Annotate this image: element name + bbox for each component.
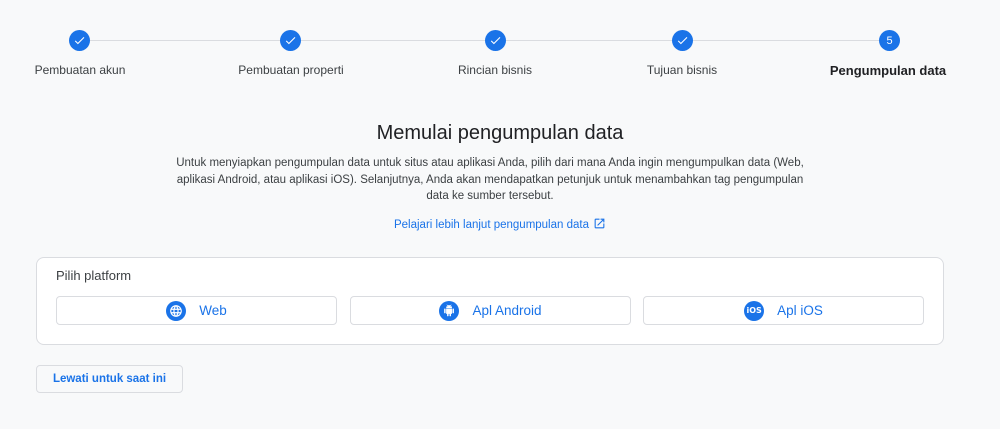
step-1-label: Pembuatan akun	[34, 63, 126, 77]
step-2-label: Pembuatan properti	[238, 63, 344, 77]
web-platform-button[interactable]: Web	[56, 296, 337, 325]
ios-icon-text: iOS	[746, 306, 762, 315]
step-2-check-icon	[280, 30, 301, 51]
step-4-label: Tujuan bisnis	[646, 63, 718, 77]
step-connector	[301, 40, 485, 41]
learn-more-link[interactable]: Pelajari lebih lanjut pengumpulan data	[393, 218, 606, 231]
step-3-label: Rincian bisnis	[457, 63, 533, 77]
step-4-check-icon	[672, 30, 693, 51]
page-description: Untuk menyiapkan pengumpulan data untuk …	[176, 157, 804, 202]
android-icon	[439, 300, 460, 321]
step-connector	[89, 40, 280, 41]
page-title: Memulai pengumpulan data	[376, 122, 624, 144]
ios-platform-button[interactable]: iOS Apl iOS	[643, 296, 924, 325]
step-1-check-icon	[69, 30, 90, 51]
learn-more-link-container: Pelajari lebih lanjut pengumpulan data	[0, 217, 1000, 231]
android-button-label: Apl Android	[472, 303, 542, 318]
skip-button[interactable]: Lewati untuk saat ini	[36, 365, 183, 393]
globe-icon	[166, 300, 187, 321]
learn-more-label: Pelajari lebih lanjut pengumpulan data	[393, 219, 589, 231]
step-connector	[506, 40, 672, 41]
ios-icon: iOS	[744, 300, 765, 321]
web-button-label: Web	[199, 303, 227, 318]
platform-card: Pilih platform Web Apl Android iOS Apl i…	[36, 257, 944, 345]
ios-button-label: Apl iOS	[777, 303, 823, 318]
platform-card-title: Pilih platform	[56, 268, 132, 283]
step-5-number: 5	[879, 30, 900, 51]
external-link-icon	[594, 218, 605, 229]
step-connector	[693, 40, 879, 41]
step-3-check-icon	[485, 30, 506, 51]
step-5-label: Pengumpulan data	[829, 63, 947, 78]
android-platform-button[interactable]: Apl Android	[350, 296, 631, 325]
stepper: 5 Pembuatan akun Pembuatan properti Rinc…	[0, 0, 1000, 100]
